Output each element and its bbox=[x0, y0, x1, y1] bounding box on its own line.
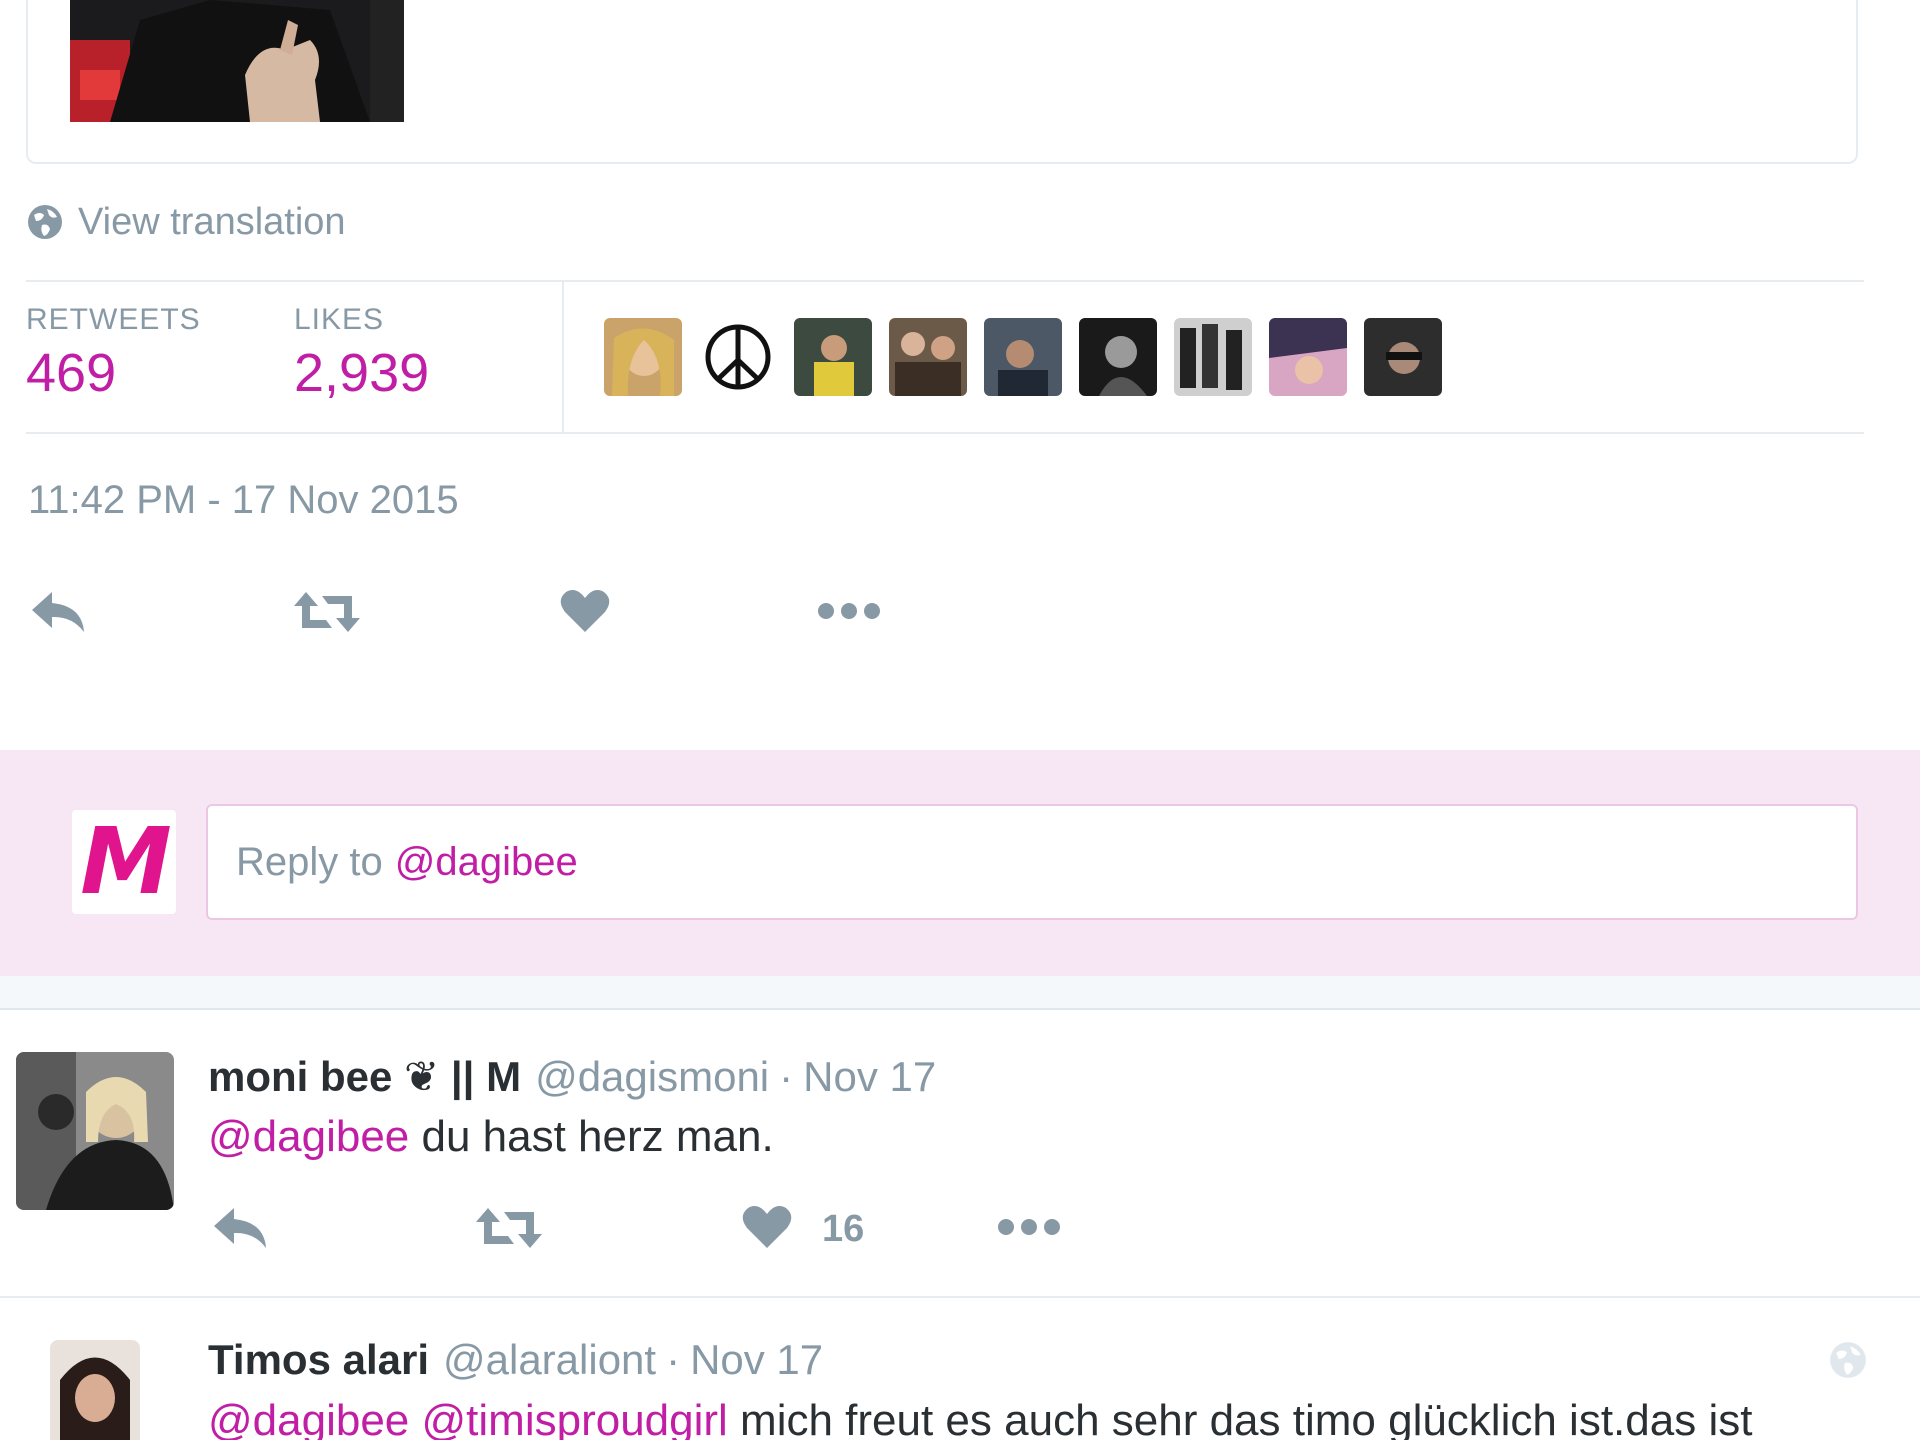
reply-tweet[interactable]: moni bee ❦ || M @dagismoni · Nov 17 @dagibe… bbox=[0, 1010, 1920, 1298]
tweet-stats: RETWEETS 469 LIKES 2,939 bbox=[26, 280, 1864, 434]
liker-avatar[interactable] bbox=[889, 318, 967, 396]
section-divider bbox=[0, 976, 1920, 1010]
tweet-body: du hast herz man. bbox=[409, 1112, 774, 1161]
user-handle[interactable]: @alaraliont bbox=[443, 1336, 656, 1383]
stats-divider bbox=[562, 282, 564, 432]
retweet-button[interactable] bbox=[292, 588, 362, 636]
liker-avatar[interactable] bbox=[604, 318, 682, 396]
liker-avatar[interactable] bbox=[794, 318, 872, 396]
heart-icon bbox=[742, 1206, 792, 1248]
liker-avatar[interactable] bbox=[1364, 318, 1442, 396]
like-button[interactable] bbox=[742, 1204, 792, 1250]
likes-label: LIKES bbox=[294, 303, 385, 336]
user-handle[interactable]: @dagismoni bbox=[535, 1053, 769, 1100]
reply-icon bbox=[214, 1208, 266, 1248]
display-name[interactable]: moni bee ❦ || M bbox=[208, 1053, 521, 1100]
display-name[interactable]: Timos alari bbox=[208, 1336, 429, 1383]
liker-avatar[interactable] bbox=[699, 318, 777, 396]
avatar[interactable] bbox=[16, 1052, 174, 1210]
like-count: 16 bbox=[822, 1208, 865, 1250]
view-translation-link[interactable]: View translation bbox=[26, 200, 346, 244]
reply-placeholder-mention: @dagibee bbox=[394, 839, 578, 884]
liker-avatar[interactable] bbox=[1174, 318, 1252, 396]
avatar-logo-letter: M bbox=[80, 808, 172, 915]
liker-avatar[interactable] bbox=[984, 318, 1062, 396]
retweets-label: RETWEETS bbox=[26, 303, 201, 336]
tweet-text: @dagibee du hast herz man. bbox=[208, 1112, 774, 1162]
more-button[interactable] bbox=[996, 1214, 1062, 1240]
reply-composer: M Reply to @dagibee bbox=[0, 750, 1920, 976]
reply-icon bbox=[32, 592, 84, 632]
separator-dot: · bbox=[666, 1336, 681, 1383]
liker-avatars bbox=[604, 318, 1442, 396]
media-photo[interactable] bbox=[70, 0, 404, 122]
more-button[interactable] bbox=[816, 598, 882, 624]
reply-placeholder: Reply to bbox=[236, 839, 383, 884]
view-translation-label: View translation bbox=[78, 200, 346, 243]
reply-input[interactable]: Reply to @dagibee bbox=[206, 804, 1858, 920]
reply-button[interactable] bbox=[210, 1204, 270, 1252]
tweet-header: moni bee ❦ || M @dagismoni · Nov 17 bbox=[208, 1052, 936, 1101]
retweet-icon bbox=[294, 592, 360, 632]
more-icon bbox=[998, 1219, 1060, 1235]
retweet-icon bbox=[476, 1208, 542, 1248]
tweet-timestamp[interactable]: 11:42 PM - 17 Nov 2015 bbox=[28, 478, 459, 523]
separator-dot: · bbox=[779, 1053, 794, 1100]
like-button[interactable] bbox=[560, 588, 610, 634]
avatar[interactable] bbox=[50, 1340, 140, 1440]
tweet-text: @dagibee @timisproudgirl mich freut es a… bbox=[208, 1396, 1752, 1440]
retweets-stat[interactable]: RETWEETS 469 bbox=[26, 302, 201, 406]
mention-link[interactable]: @dagibee bbox=[208, 1112, 409, 1161]
mention-link[interactable]: @dagibee bbox=[208, 1396, 409, 1440]
globe-icon bbox=[1830, 1342, 1866, 1378]
media-card[interactable] bbox=[26, 0, 1858, 164]
tweet-time[interactable]: Nov 17 bbox=[690, 1336, 823, 1383]
reply-tweet[interactable]: Timos alari @alaraliont · Nov 17 @dagibee @… bbox=[0, 1300, 1920, 1440]
globe-icon bbox=[28, 205, 62, 239]
liker-avatar[interactable] bbox=[1269, 318, 1347, 396]
likes-stat[interactable]: LIKES 2,939 bbox=[294, 302, 429, 406]
tweet-time[interactable]: Nov 17 bbox=[803, 1053, 936, 1100]
tweet-detail-page: View translation RETWEETS 469 LIKES 2,93… bbox=[0, 0, 1920, 1440]
tweet-body: mich freut es auch sehr das timo glückli… bbox=[727, 1396, 1753, 1440]
user-avatar[interactable]: M bbox=[72, 810, 176, 914]
heart-icon bbox=[560, 590, 610, 632]
tweet-header: Timos alari @alaraliont · Nov 17 bbox=[208, 1336, 823, 1384]
retweets-count: 469 bbox=[26, 343, 117, 403]
retweet-button[interactable] bbox=[474, 1204, 544, 1252]
likes-count: 2,939 bbox=[294, 343, 430, 403]
liker-avatar[interactable] bbox=[1079, 318, 1157, 396]
reply-button[interactable] bbox=[28, 588, 88, 636]
mention-link[interactable]: @timisproudgirl bbox=[422, 1396, 728, 1440]
more-icon bbox=[818, 603, 880, 619]
